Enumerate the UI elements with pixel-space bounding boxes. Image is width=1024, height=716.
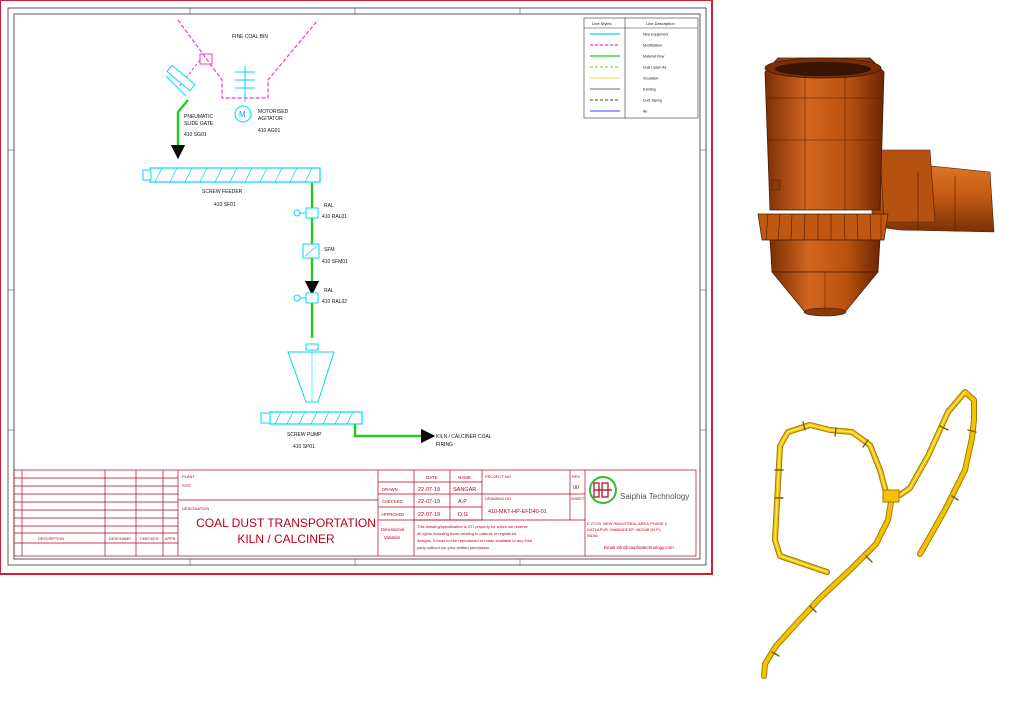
rev-header-checked: CHECKED	[140, 537, 159, 541]
rev-header-datename: DATE/NAME	[109, 537, 131, 541]
rev-header-description: DESCRIPTION	[38, 537, 64, 541]
pipe-routing-3d-render	[761, 389, 977, 679]
rev-header-appr: APPR.	[165, 537, 176, 541]
site-label: SITE	[182, 483, 191, 488]
drawing-number: 410-MKT-HP-EFD40-01	[488, 509, 547, 515]
disclaimer-line-3: designs. It must not be reproduced or ma…	[417, 538, 532, 543]
sfm-label-2: 410 SFM01	[322, 259, 348, 265]
screw-feeder-label-2: 410 SF01	[214, 202, 236, 208]
legend-description: Dust Laden Air	[643, 66, 667, 70]
drawn-label: DRAWN	[382, 487, 398, 492]
legend-description: Existing	[643, 88, 656, 92]
legend-header-desc: Line Description	[646, 21, 675, 26]
ral1-label-1: RAL	[324, 203, 334, 209]
legend-description: Material Flow	[643, 55, 665, 59]
drawing-sheet: FINE COAL BIN M MOTORISED AGITATOR 410 A…	[0, 0, 713, 575]
cyclone-3d-render	[757, 57, 995, 317]
slide-gate-label-2: SLIDE GATE	[184, 121, 214, 127]
legend-description: Insulation	[643, 77, 658, 81]
plant-label: PLANT	[182, 474, 195, 479]
ral2-label-1: RAL	[324, 288, 334, 294]
approved-label: APPROVED	[381, 512, 404, 517]
slide-gate-label-1: PNEUMATIC	[184, 114, 213, 120]
address-line-1: E 27/29, NEW INDUSTRIAL AREA,PHASE II	[587, 521, 667, 526]
sheet-label: SHEET	[571, 496, 585, 501]
slide-gate-label-3: 410 SG01	[184, 132, 207, 138]
approved-name: D.G	[458, 512, 468, 518]
disclaimer-line-4: party without our prior written permissi…	[417, 545, 490, 550]
legend-description: Modification	[643, 44, 662, 48]
ral2-label-2: 410 RAL02	[322, 299, 347, 305]
composite-figure: FINE COAL BIN M MOTORISED AGITATOR 410 A…	[0, 0, 1024, 711]
address-line-2: DATLAPUR, MANDIDEEP, 462046 (M.P.)	[587, 527, 661, 532]
rev-label: REV	[572, 474, 581, 479]
project-no-label: PROJECT NO	[485, 474, 511, 479]
legend-description: Duct Taping	[643, 99, 662, 103]
checked-label: CHECKED	[382, 499, 402, 504]
drawn-name: SANGAR	[453, 487, 476, 493]
dimensional-variation-1: Dimensional	[381, 527, 404, 532]
svg-text:M: M	[239, 110, 246, 119]
checked-date: 22-07-19	[418, 499, 440, 505]
disclaimer-line-2: all rights,including those relating to p…	[417, 531, 516, 536]
disclaimer-line-1: This drawing/specification is STI proper…	[417, 524, 528, 529]
name-header: NAME	[458, 475, 471, 480]
screw-feeder-label-1: SCREW FEEDER	[202, 189, 243, 195]
date-header: DATE	[426, 475, 438, 480]
agitator-label-3: 410 AG01	[258, 128, 280, 134]
rev-value: 00	[573, 485, 579, 491]
fine-coal-bin-label: FINE COAL BIN	[232, 34, 268, 40]
drawing-title-line2: KILN / CALCINER	[237, 532, 335, 546]
kiln-label-1: KILN / CALCINER COAL	[436, 434, 492, 440]
company-name: Saiphia Technology	[620, 492, 689, 501]
legend-header-style: Line Styles	[592, 21, 612, 26]
agitator-label-1: MOTORISED	[258, 109, 289, 115]
address-line-3: INDIA	[587, 533, 598, 538]
approved-date: 22-07-19	[418, 512, 440, 518]
screw-pump-label-2: 410 SP01	[293, 444, 315, 450]
checked-name: A.P	[458, 499, 467, 505]
sfm-label-1: SFM	[324, 247, 335, 253]
designation-label: DESIGNATION	[182, 506, 209, 511]
figure-svg: FINE COAL BIN M MOTORISED AGITATOR 410 A…	[0, 0, 995, 679]
screw-pump-label-1: SCREW PUMP	[287, 432, 322, 438]
company-logo-icon	[589, 476, 617, 504]
drawing-title-line1: COAL DUST TRANSPORTATION	[196, 516, 376, 530]
dimensional-variation-2: Variation	[384, 535, 401, 540]
legend-description: New Equipment	[643, 33, 668, 37]
legend: Line Styles Line Description New Equipme…	[583, 17, 699, 119]
kiln-label-2: FIRING	[436, 442, 453, 448]
agitator-label-2: AGITATOR	[258, 116, 283, 122]
company-email: Email info@saiphiatechnology.com	[604, 545, 674, 550]
drawn-date: 22-07-19	[418, 487, 440, 493]
ral1-label-2: 410 RAL01	[322, 214, 347, 220]
drawing-no-label: DRAWING NO	[485, 496, 511, 501]
